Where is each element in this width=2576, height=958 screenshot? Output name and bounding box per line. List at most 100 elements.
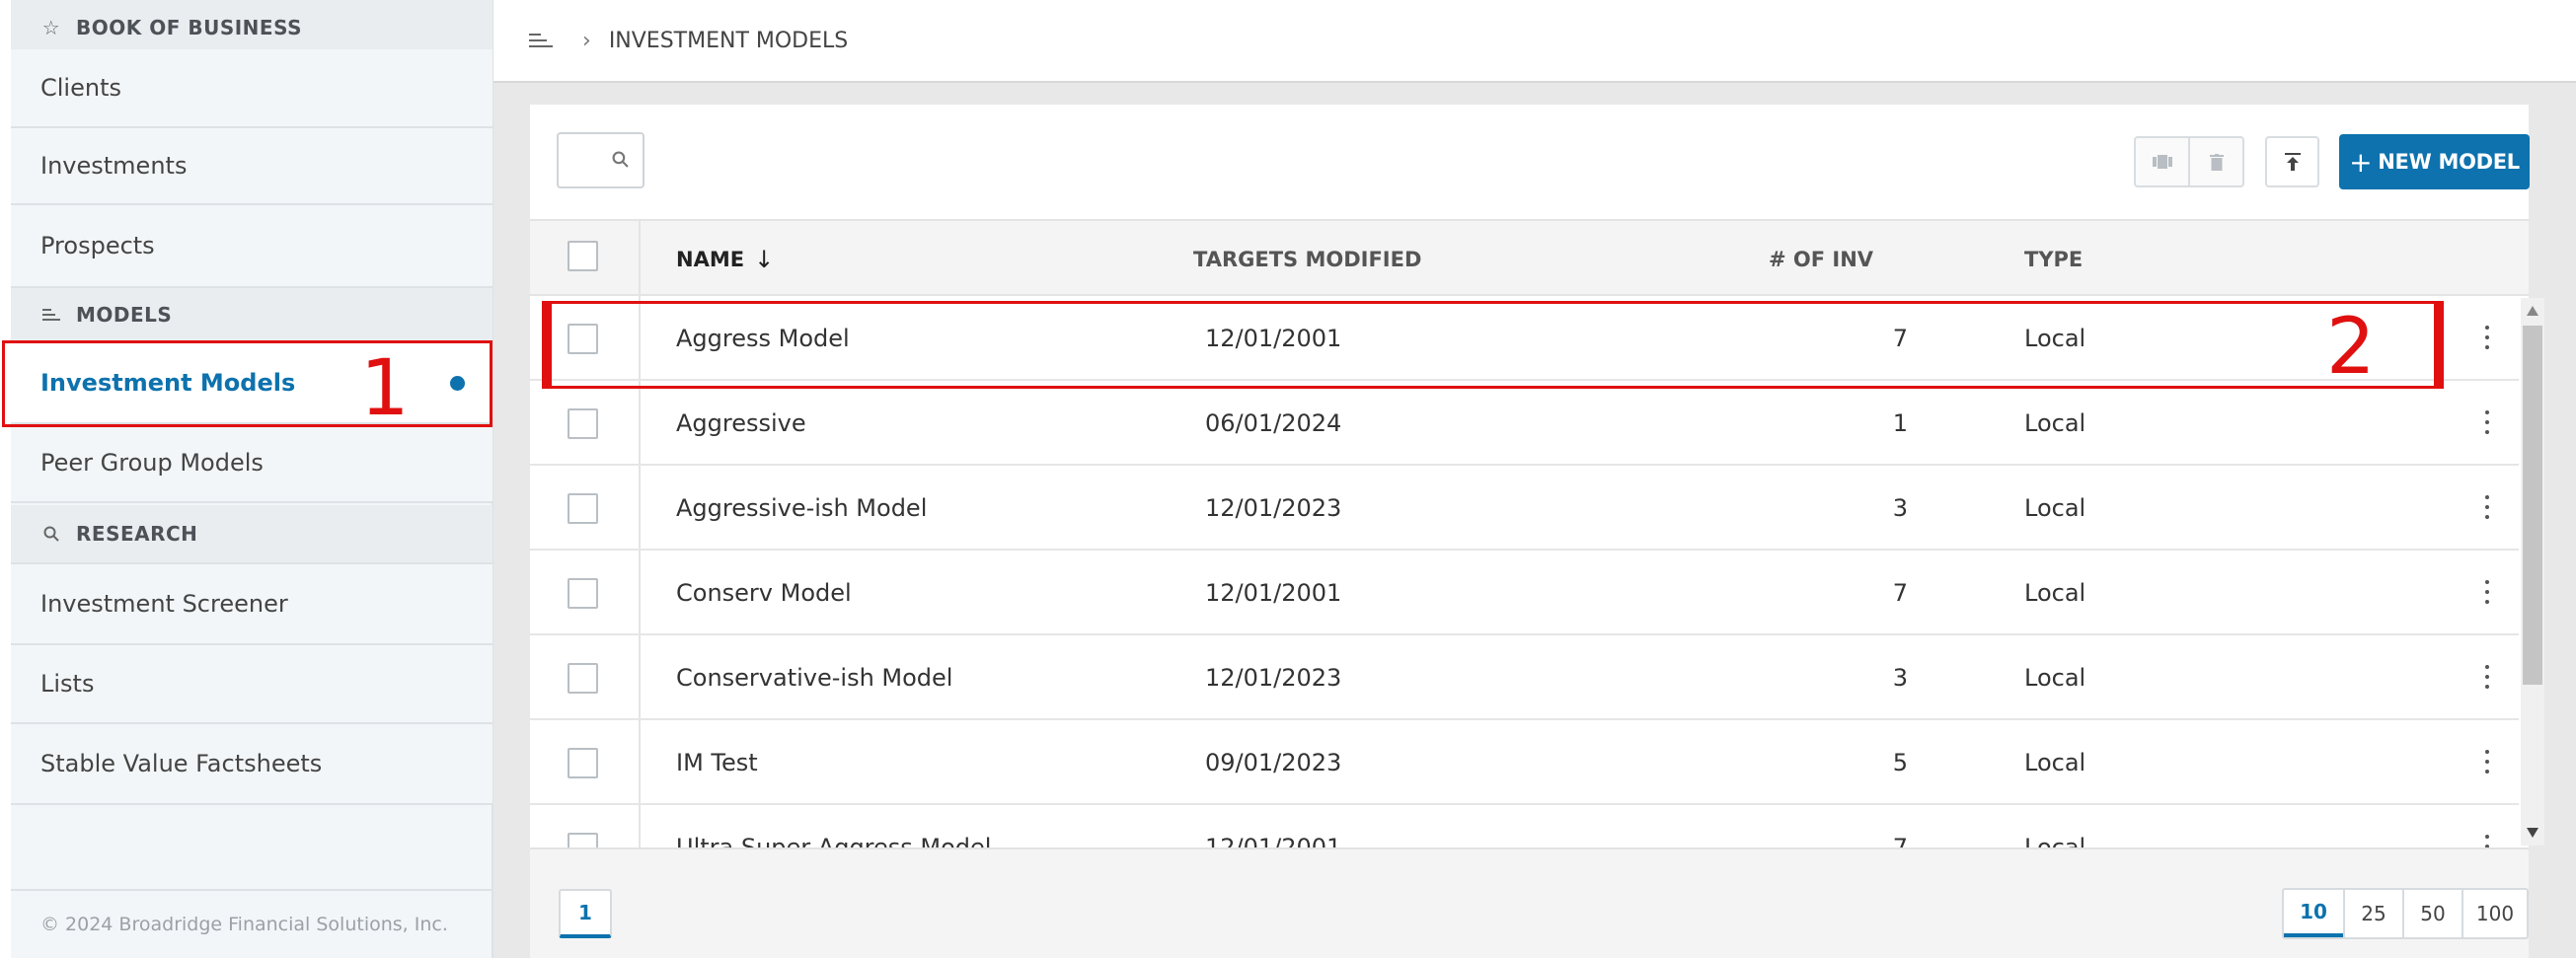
sidebar-item-label: Clients — [40, 74, 121, 102]
table-toolbar: + NEW MODEL — [530, 105, 2530, 219]
section-label: RESEARCH — [76, 522, 198, 546]
search-field[interactable] — [557, 132, 644, 188]
scroll-up-arrow-icon[interactable] — [2527, 306, 2538, 316]
cell-num-inv: 7 — [1892, 579, 1908, 607]
cell-num-inv: 7 — [1892, 834, 1908, 847]
section-research: RESEARCH — [11, 505, 492, 564]
row-more-icon[interactable] — [2482, 750, 2492, 774]
search-icon — [40, 526, 62, 542]
page-1-button[interactable]: 1 — [559, 889, 612, 938]
models-panel: + NEW MODEL NAME ↓ TARGETS MODIFIED # OF… — [530, 105, 2544, 958]
row-checkbox[interactable] — [568, 748, 598, 778]
cell-name: Aggressive — [676, 409, 806, 437]
cell-name: Conserv Model — [676, 579, 852, 607]
new-model-button[interactable]: + NEW MODEL — [2339, 134, 2530, 189]
sidebar-item-peer-group-models[interactable]: Peer Group Models — [11, 424, 492, 503]
trash-icon — [2209, 153, 2224, 171]
page-size-10[interactable]: 10 — [2284, 890, 2343, 937]
page-size-50[interactable]: 50 — [2402, 890, 2462, 937]
scrollbar-thumb[interactable] — [2523, 326, 2542, 685]
sidebar-item-label: Investment Screener — [40, 590, 288, 618]
section-models: MODELS — [11, 288, 492, 343]
table-row[interactable]: IM Test 09/01/2023 5 Local — [530, 720, 2519, 805]
sidebar-item-label: Lists — [40, 670, 95, 698]
sidebar: ☆ BOOK OF BUSINESS Clients Investments P… — [0, 0, 493, 958]
bulk-actions-group — [2134, 136, 2244, 187]
row-more-icon[interactable] — [2482, 326, 2492, 349]
cell-type: Local — [2024, 664, 2086, 692]
table-row[interactable]: Aggressive-ish Model 12/01/2023 3 Local — [530, 466, 2519, 551]
table-row[interactable]: Ultra Super Aggress Model 12/01/2001 7 L… — [530, 805, 2519, 847]
row-checkbox[interactable] — [568, 493, 598, 524]
row-more-icon[interactable] — [2482, 495, 2492, 519]
select-all-checkbox[interactable] — [568, 241, 598, 271]
cell-type: Local — [2024, 834, 2086, 847]
sidebar-item-lists[interactable]: Lists — [11, 645, 492, 724]
upload-icon — [2284, 153, 2301, 171]
cell-num-inv: 3 — [1892, 494, 1908, 522]
cell-num-inv: 5 — [1892, 749, 1908, 776]
page-size-25[interactable]: 25 — [2343, 890, 2402, 937]
cell-targets-modified: 12/01/2001 — [1205, 579, 1342, 607]
table-scrollbar[interactable] — [2521, 298, 2544, 846]
new-model-label: NEW MODEL — [2378, 150, 2520, 174]
row-more-icon[interactable] — [2482, 410, 2492, 434]
table-row[interactable]: Aggressive 06/01/2024 1 Local — [530, 381, 2519, 466]
sidebar-item-stable-value-factsheets[interactable]: Stable Value Factsheets — [11, 724, 492, 805]
row-more-icon[interactable] — [2482, 835, 2492, 847]
row-more-icon[interactable] — [2482, 580, 2492, 604]
list-icon — [40, 308, 62, 322]
cell-name: IM Test — [676, 749, 758, 776]
page-size-100[interactable]: 100 — [2462, 890, 2527, 937]
table-header: NAME ↓ TARGETS MODIFIED # OF INV TYPE — [530, 219, 2529, 296]
cell-type: Local — [2024, 494, 2086, 522]
row-more-icon[interactable] — [2482, 665, 2492, 689]
section-label: MODELS — [76, 303, 173, 327]
cell-targets-modified: 09/01/2023 — [1205, 749, 1342, 776]
cell-targets-modified: 12/01/2023 — [1205, 494, 1342, 522]
breadcrumb: INVESTMENT MODELS — [608, 28, 849, 53]
sidebar-item-label: Prospects — [40, 232, 155, 259]
cell-type: Local — [2024, 749, 2086, 776]
sidebar-item-investments[interactable]: Investments — [11, 128, 492, 205]
cell-name: Aggressive-ish Model — [676, 494, 928, 522]
table-row[interactable]: Conservative-ish Model 12/01/2023 3 Loca… — [530, 635, 2519, 720]
top-header: › INVESTMENT MODELS — [493, 0, 2576, 83]
section-label: BOOK OF BUSINESS — [76, 16, 302, 39]
annotation-number-1: 1 — [360, 344, 410, 433]
sidebar-item-prospects[interactable]: Prospects — [11, 205, 492, 288]
search-icon — [612, 151, 629, 168]
sidebar-item-label: Peer Group Models — [40, 449, 264, 477]
chevron-right-icon: › — [582, 28, 591, 53]
upload-button[interactable] — [2265, 136, 2319, 187]
sidebar-edge — [0, 0, 11, 958]
compare-icon — [2152, 155, 2172, 169]
row-checkbox[interactable] — [568, 833, 598, 847]
table-row[interactable]: Conserv Model 12/01/2001 7 Local — [530, 551, 2519, 635]
row-checkbox[interactable] — [568, 578, 598, 609]
sidebar-item-label: Investments — [40, 152, 188, 180]
row-checkbox[interactable] — [568, 663, 598, 694]
page-size-selector: 10 25 50 100 — [2282, 888, 2529, 939]
sort-down-arrow-icon: ↓ — [754, 246, 775, 273]
annotation-box-2 — [542, 301, 2444, 389]
scroll-down-arrow-icon[interactable] — [2527, 828, 2538, 838]
column-header-type[interactable]: TYPE — [2024, 221, 2083, 298]
cell-type: Local — [2024, 579, 2086, 607]
plus-icon: + — [2349, 145, 2373, 179]
sidebar-item-investment-screener[interactable]: Investment Screener — [11, 564, 492, 645]
column-header-num-inv[interactable]: # OF INV — [1769, 221, 1873, 298]
column-header-name[interactable]: NAME ↓ — [676, 221, 774, 298]
delete-button[interactable] — [2188, 138, 2242, 185]
compare-button[interactable] — [2136, 138, 2188, 185]
annotation-number-2: 2 — [2326, 303, 2376, 392]
annotation-box-1 — [2, 340, 492, 427]
cell-targets-modified: 12/01/2001 — [1205, 834, 1342, 847]
menu-toggle-icon[interactable] — [529, 32, 553, 49]
star-icon: ☆ — [41, 16, 61, 39]
search-input[interactable] — [563, 134, 612, 184]
row-checkbox[interactable] — [568, 408, 598, 439]
column-header-targets-modified[interactable]: TARGETS MODIFIED — [1193, 221, 1421, 298]
sidebar-item-clients[interactable]: Clients — [11, 49, 492, 128]
sidebar-item-label: Stable Value Factsheets — [40, 750, 323, 777]
